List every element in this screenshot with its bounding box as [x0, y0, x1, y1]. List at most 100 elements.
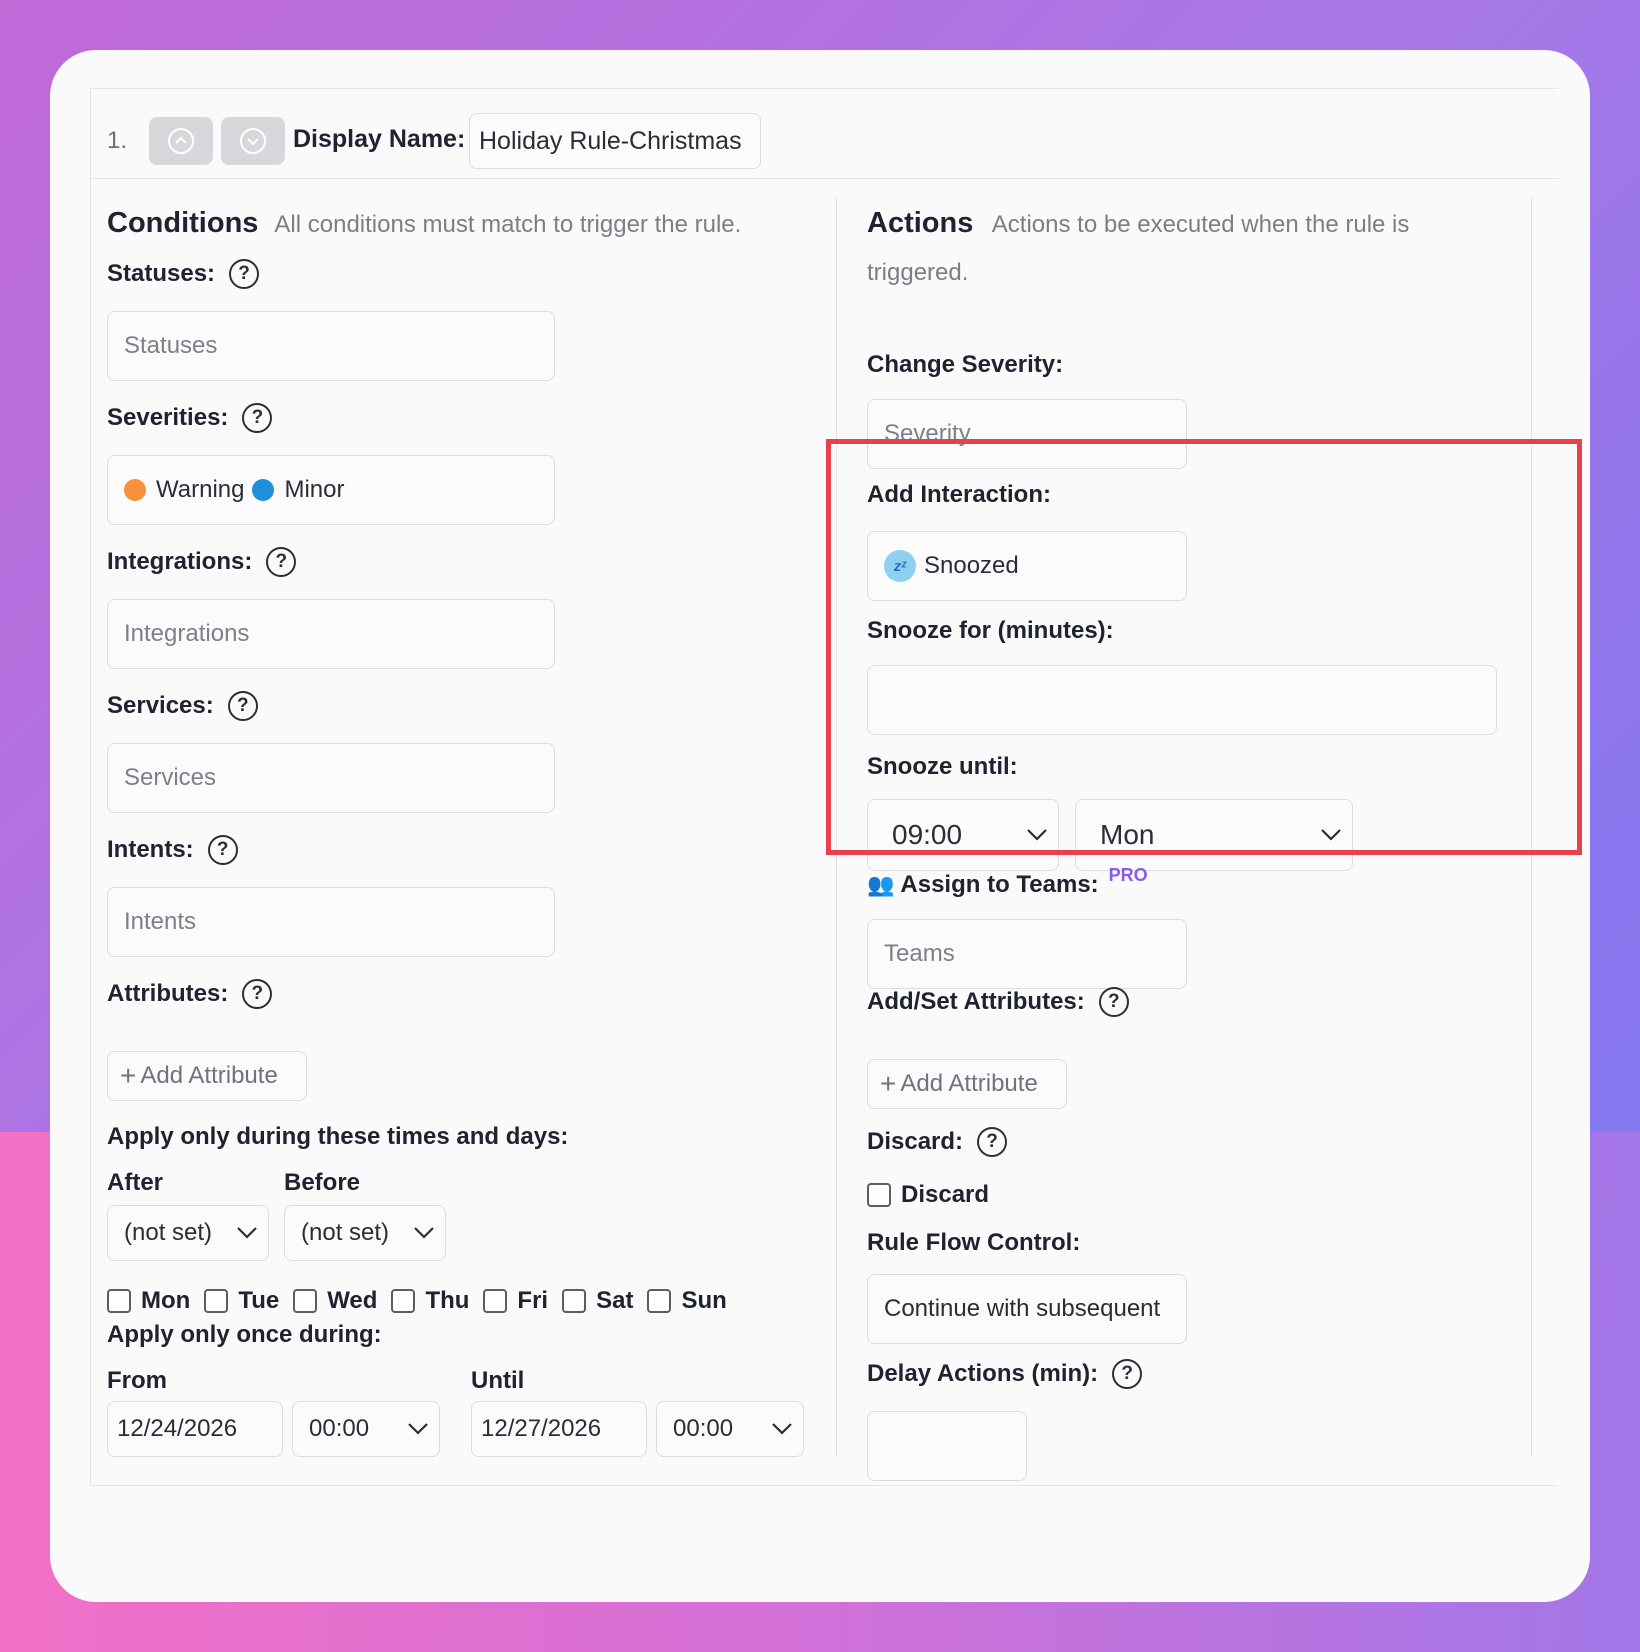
day-checkboxes: Mon Tue Wed Thu Fri Sat Sun [107, 1287, 727, 1315]
delay-actions-label: Delay Actions (min): ? [867, 1359, 1143, 1389]
integrations-label: Integrations: ? [107, 547, 297, 577]
services-label: Services: ? [107, 691, 258, 721]
column-divider-right [1531, 197, 1532, 1457]
help-icon[interactable]: ? [977, 1127, 1008, 1157]
times-days-title: Apply only during these times and days: [107, 1123, 569, 1150]
severity-tag-minor: Minor [284, 476, 345, 503]
severity-tag-warning: Warning [156, 476, 245, 503]
move-down-button[interactable] [221, 117, 285, 165]
from-date-input[interactable]: 12/24/2026 [107, 1401, 283, 1457]
checkbox-icon[interactable] [391, 1289, 416, 1313]
help-icon[interactable]: ? [266, 547, 297, 577]
checkbox-icon[interactable] [562, 1289, 587, 1313]
discard-checkbox[interactable]: Discard [867, 1181, 989, 1209]
chevron-up-circle-icon [168, 128, 194, 154]
day-checkbox-mon[interactable]: Mon [107, 1287, 190, 1315]
change-severity-label: Change Severity: [867, 351, 1064, 378]
day-checkbox-wed[interactable]: Wed [293, 1287, 377, 1315]
minor-dot-icon [252, 479, 275, 501]
display-name-input[interactable]: Holiday Rule-Christmas [469, 113, 761, 169]
chevron-down-circle-icon [240, 128, 266, 154]
intents-select[interactable]: Intents [107, 887, 555, 957]
chevron-down-icon [772, 1423, 792, 1435]
chevron-down-icon [414, 1227, 434, 1239]
checkbox-icon[interactable] [483, 1289, 508, 1313]
rule-flow-control-select[interactable]: Continue with subsequent [867, 1274, 1187, 1344]
snooze-until-time-select[interactable]: 09:00 [867, 799, 1059, 871]
discard-label: Discard: ? [867, 1127, 1008, 1157]
conditions-header: Conditions All conditions must match to … [107, 201, 827, 249]
snooze-minutes-input[interactable] [867, 665, 1497, 735]
add-attribute-button[interactable]: + Add Attribute [107, 1051, 307, 1101]
conditions-description: All conditions must match to trigger the… [274, 211, 742, 238]
zzz-icon: zᶻ [884, 550, 916, 582]
intents-label: Intents: ? [107, 835, 238, 865]
from-time-select[interactable]: 00:00 [292, 1401, 440, 1457]
checkbox-icon[interactable] [204, 1289, 229, 1313]
chevron-down-icon [408, 1423, 428, 1435]
attributes-label: Attributes: ? [107, 979, 273, 1009]
day-checkbox-sun[interactable]: Sun [647, 1287, 727, 1315]
before-time-select[interactable]: (not set) [284, 1205, 446, 1261]
apply-once-title: Apply only once during: [107, 1321, 382, 1348]
interaction-select[interactable]: zᶻ Snoozed [867, 531, 1187, 601]
from-label: From [107, 1367, 167, 1394]
before-label: Before [284, 1169, 361, 1196]
snooze-until-day-select[interactable]: Mon [1075, 799, 1353, 871]
until-label: Until [471, 1367, 525, 1394]
rule-flow-control-label: Rule Flow Control: [867, 1229, 1081, 1256]
teams-select[interactable]: Teams [867, 919, 1187, 989]
add-set-attribute-button[interactable]: + Add Attribute [867, 1059, 1067, 1109]
add-set-attributes-label: Add/Set Attributes: ? [867, 987, 1129, 1017]
day-checkbox-thu[interactable]: Thu [391, 1287, 469, 1315]
assign-teams-label: 👥 Assign to Teams: PRO [867, 864, 1148, 899]
day-checkbox-tue[interactable]: Tue [204, 1287, 279, 1315]
day-checkbox-fri[interactable]: Fri [483, 1287, 548, 1315]
checkbox-icon[interactable] [293, 1289, 318, 1313]
rule-header: 1. Display Name: Holiday Rule-Christmas [91, 89, 1559, 179]
help-icon[interactable]: ? [1112, 1359, 1143, 1389]
plus-icon: + [120, 1060, 137, 1091]
checkbox-icon[interactable] [647, 1289, 672, 1313]
severities-select[interactable]: Warning Minor [107, 455, 555, 525]
services-select[interactable]: Services [107, 743, 555, 813]
add-interaction-label: Add Interaction: [867, 481, 1051, 508]
until-time-select[interactable]: 00:00 [656, 1401, 804, 1457]
warning-dot-icon [124, 479, 146, 501]
severities-label: Severities: ? [107, 403, 273, 433]
help-icon[interactable]: ? [242, 403, 273, 433]
display-name-label: Display Name: [293, 125, 466, 153]
actions-title: Actions [867, 207, 974, 239]
conditions-title: Conditions [107, 207, 259, 239]
help-icon[interactable]: ? [207, 835, 238, 865]
after-label: After [107, 1169, 164, 1196]
rule-number: 1. [107, 127, 128, 154]
help-icon[interactable]: ? [227, 691, 258, 721]
actions-description: Actions to be executed when the rule is [991, 211, 1410, 238]
day-checkbox-sat[interactable]: Sat [562, 1287, 633, 1315]
help-icon[interactable]: ? [229, 259, 260, 289]
rule-card: 1. Display Name: Holiday Rule-Christmas … [50, 50, 1590, 1602]
until-date-input[interactable]: 12/27/2026 [471, 1401, 647, 1457]
delay-actions-input[interactable] [867, 1411, 1027, 1481]
snooze-until-label: Snooze until: [867, 753, 1018, 780]
change-severity-select[interactable]: Severity [867, 399, 1187, 469]
chevron-down-icon [1321, 829, 1341, 841]
statuses-select[interactable]: Statuses [107, 311, 555, 381]
column-divider [836, 197, 837, 1457]
rule-editor: 1. Display Name: Holiday Rule-Christmas … [90, 88, 1559, 1486]
actions-header: Actions Actions to be executed when the … [867, 201, 1507, 297]
help-icon[interactable]: ? [1098, 987, 1129, 1017]
pro-badge: PRO [1108, 864, 1148, 885]
checkbox-icon[interactable] [867, 1183, 891, 1207]
actions-description-cont: triggered. [867, 259, 969, 286]
chevron-down-icon [1027, 829, 1047, 841]
people-icon: 👥 [867, 872, 895, 897]
snooze-for-label: Snooze for (minutes): [867, 617, 1114, 644]
checkbox-icon[interactable] [107, 1289, 131, 1313]
help-icon[interactable]: ? [242, 979, 273, 1009]
move-up-button[interactable] [149, 117, 213, 165]
after-time-select[interactable]: (not set) [107, 1205, 269, 1261]
plus-icon: + [880, 1068, 897, 1099]
integrations-select[interactable]: Integrations [107, 599, 555, 669]
